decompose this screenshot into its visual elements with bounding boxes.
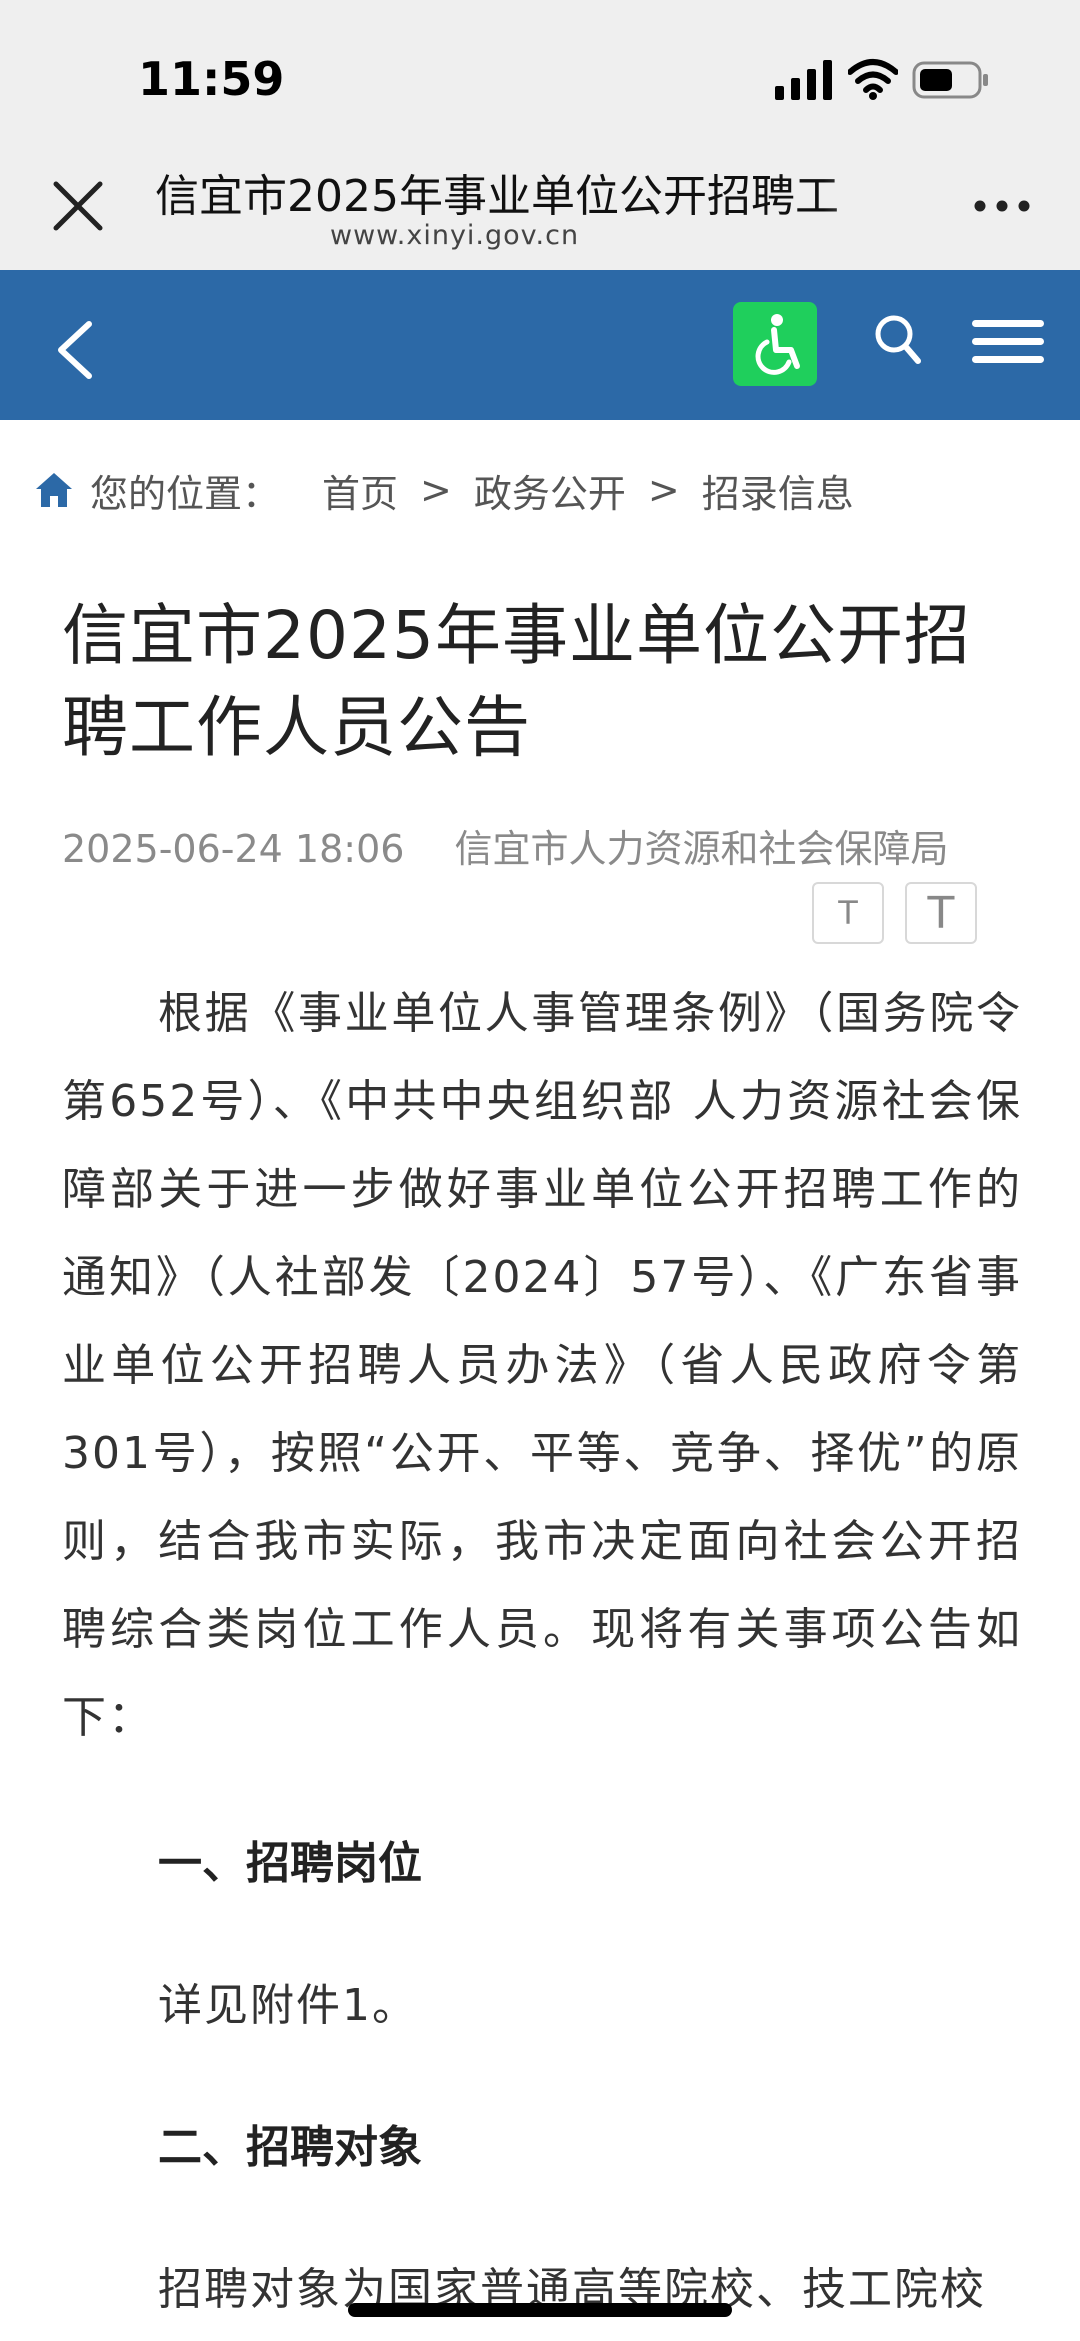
section-heading: 一、招聘岗位 [158, 1838, 422, 1889]
search-icon[interactable] [872, 312, 922, 366]
breadcrumb: 您的位置： 首页 > 政务公开 > 招录信息 [34, 463, 854, 518]
breadcrumb-prefix: 您的位置： [90, 471, 281, 516]
breadcrumb-government-affairs[interactable]: 政务公开 [474, 463, 626, 518]
cellular-signal-icon [775, 60, 832, 100]
breadcrumb-separator: > [420, 468, 452, 512]
breadcrumb-recruitment-info[interactable]: 招录信息 [702, 463, 854, 518]
article-datetime: 2025-06-24 18:06 [62, 827, 405, 871]
article-source: 信宜市人力资源和社会保障局 [454, 827, 949, 871]
article-body: 根据《事业单位人事管理条例》（国务院令第652号）、《中共中央组织部 人力资源社… [62, 970, 1022, 2334]
breadcrumb-home[interactable]: 首页 [322, 463, 398, 518]
home-icon [36, 473, 72, 507]
wifi-icon [848, 59, 898, 100]
article-meta: 2025-06-24 18:06 信宜市人力资源和社会保障局 [62, 818, 949, 873]
accessibility-button[interactable] [733, 302, 817, 386]
battery-icon [912, 61, 988, 99]
status-bar: 11:59 [0, 0, 1080, 150]
more-icon[interactable] [972, 196, 1032, 216]
section-text: 招聘对象为国家普通高等院校、技工院校 [158, 2264, 986, 2315]
article-intro: 根据《事业单位人事管理条例》（国务院令第652号）、《中共中央组织部 人力资源社… [62, 988, 1022, 1743]
browser-url: www.xinyi.gov.cn [330, 220, 580, 251]
back-icon[interactable] [55, 320, 95, 380]
browser-page-title: 信宜市2025年事业单位公开招聘工 [155, 171, 839, 222]
home-indicator [348, 2303, 732, 2317]
section-heading: 二、招聘对象 [158, 2122, 422, 2173]
article-title: 信宜市2025年事业单位公开招聘工作人员公告 [62, 597, 971, 766]
section-text: 详见附件1。 [158, 1980, 418, 2031]
breadcrumb-separator: > [647, 468, 680, 512]
font-size-small-button[interactable]: T [812, 882, 884, 944]
close-icon[interactable] [50, 178, 106, 234]
status-time: 11:59 [138, 52, 285, 106]
accessibility-icon [755, 314, 800, 375]
menu-icon[interactable] [970, 318, 1046, 366]
font-size-large-button[interactable]: T [905, 882, 977, 944]
